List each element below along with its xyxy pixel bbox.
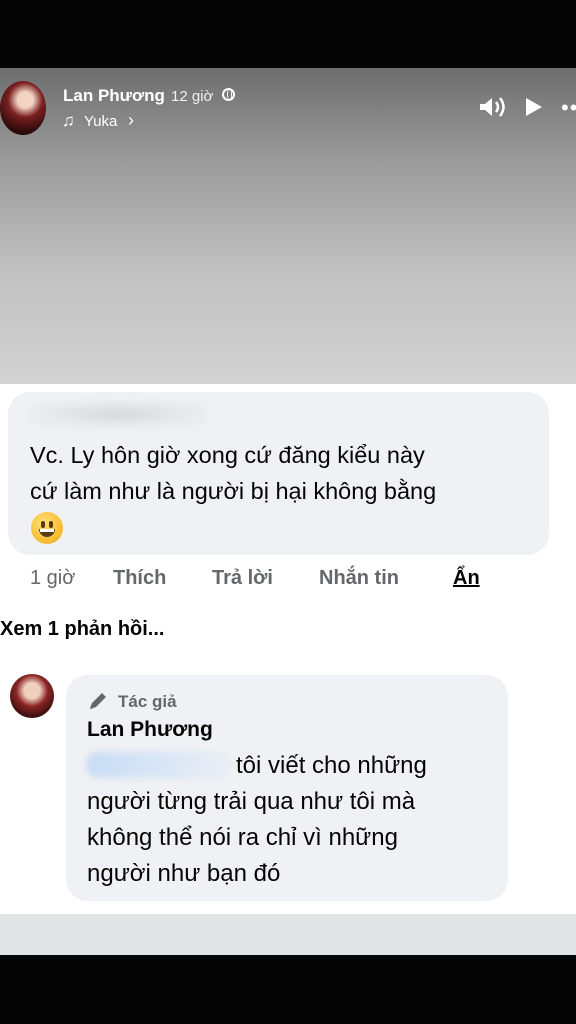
top-black-bar [0, 0, 576, 68]
chevron-right-icon[interactable]: › [128, 110, 134, 131]
author-badge: Tác giả [118, 692, 177, 711]
volume-icon[interactable] [476, 95, 508, 119]
reply-text-line-2: người từng trải qua như tôi mà [87, 788, 416, 815]
story-header: Lan Phương 12 giờ ♫ Yuka › •• [0, 68, 576, 384]
reply-button[interactable]: Trả lời [212, 567, 273, 590]
comment-text-line-1: Vc. Ly hôn giờ xong cứ đăng kiểu này [30, 442, 425, 468]
bottom-gray-strip [0, 914, 576, 955]
story-author-name[interactable]: Lan Phương [63, 86, 165, 106]
hide-button[interactable]: Ẩn [453, 567, 480, 590]
music-name[interactable]: Yuka [84, 113, 117, 130]
comment-time: 1 giờ [30, 567, 76, 589]
more-icon[interactable]: •• [561, 97, 576, 119]
story-time: 12 giờ [171, 88, 214, 105]
pen-icon [90, 693, 106, 709]
music-icon: ♫ [62, 111, 75, 130]
reply-author-avatar[interactable] [10, 674, 54, 718]
bottom-black-bar [0, 955, 576, 1024]
reply-author-name[interactable]: Lan Phương [87, 718, 213, 742]
blurred-commenter-name [28, 400, 208, 428]
play-icon[interactable] [526, 98, 542, 116]
view-replies-link[interactable]: Xem 1 phản hồi... [0, 618, 164, 641]
globe-icon [222, 88, 235, 101]
reply-text-line-3: không thể nói ra chỉ vì những [87, 824, 398, 851]
reply-text-line-1: tôi viết cho những [236, 752, 427, 779]
reply-text-line-4: người như bạn đó [87, 860, 281, 887]
comment-text-line-2: cứ làm như là người bị hại không bằng [30, 478, 437, 504]
message-button[interactable]: Nhắn tin [319, 567, 399, 590]
grin-emoji-icon [31, 512, 63, 544]
story-author-avatar[interactable] [0, 81, 46, 135]
blurred-mention [86, 752, 232, 778]
like-button[interactable]: Thích [113, 567, 166, 590]
